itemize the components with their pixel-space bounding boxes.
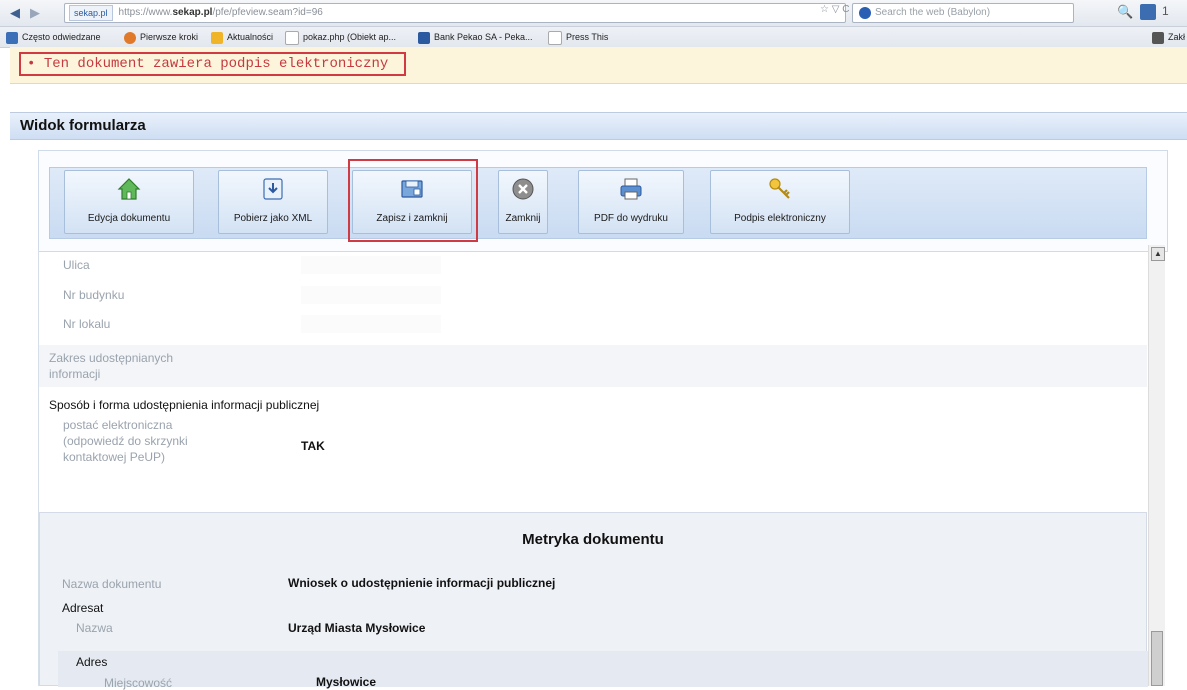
- key-icon: [769, 178, 790, 199]
- scope-label-line2: informacji: [49, 367, 101, 381]
- site-identity-chip[interactable]: sekap.pl: [69, 5, 113, 21]
- building-number-label: Nr budynku: [63, 288, 125, 302]
- button-label: Edycja dokumentu: [87, 213, 171, 224]
- download-xml-button[interactable]: Pobierz jako XML: [218, 170, 328, 234]
- form-content: Ulica Nr budynku Nr lokalu Zakres udostę…: [38, 250, 1148, 690]
- address-bar[interactable]: sekap.pl https://www.sekap.pl/pfe/pfeview…: [64, 3, 846, 23]
- scope-label-line1: Zakres udostępnianych: [49, 351, 174, 365]
- bookmark-item[interactable]: Bank Pekao SA - Peka...: [418, 30, 533, 44]
- extension-icon[interactable]: [1140, 4, 1156, 20]
- address-label: Adres: [76, 655, 108, 669]
- apartment-number-value: [301, 315, 441, 333]
- button-label: Pobierz jako XML: [233, 213, 313, 224]
- electronic-form-value: TAK: [301, 439, 325, 453]
- search-icon[interactable]: 🔍: [1117, 4, 1133, 20]
- search-input[interactable]: Search the web (Babylon): [852, 3, 1074, 23]
- document-metadata: Metryka dokumentu Nazwa dokumentu Wniose…: [39, 512, 1148, 690]
- street-value: [301, 256, 441, 274]
- url-actions[interactable]: ☆ ▽ C: [820, 4, 849, 15]
- rss-icon: [211, 31, 223, 44]
- toolbar-panel: Edycja dokumentu Pobierz jako XML Zapisz…: [38, 150, 1168, 252]
- page-icon: [285, 30, 299, 45]
- button-label: Podpis elektroniczny: [734, 213, 826, 224]
- vertical-scrollbar[interactable]: ▲: [1148, 245, 1165, 686]
- pdf-print-button[interactable]: PDF do wydruku: [578, 170, 684, 234]
- edit-document-button[interactable]: Edycja dokumentu: [64, 170, 194, 234]
- e-signature-button[interactable]: Podpis elektroniczny: [710, 170, 850, 234]
- close-button[interactable]: Zamknij: [498, 170, 548, 234]
- delivery-method-label: Sposób i forma udostępnienia informacji …: [49, 398, 320, 412]
- electronic-form-label-line3: kontaktowej PeUP): [63, 450, 166, 464]
- signature-banner: • Ten dokument zawiera podpis elektronic…: [10, 47, 1187, 84]
- button-label: PDF do wydruku: [594, 213, 668, 224]
- firefox-icon: [124, 31, 136, 44]
- page-icon: [548, 30, 562, 45]
- city-label: Miejscowość: [104, 676, 173, 690]
- extension-more[interactable]: 1: [1162, 4, 1169, 18]
- city-value: Mysłowice: [316, 675, 377, 689]
- bookmark-folder-icon: [6, 31, 18, 44]
- recipient-label: Adresat: [62, 601, 104, 615]
- apartment-number-label: Nr lokalu: [63, 317, 111, 331]
- bookmarks-bar: Często odwiedzane Pierwsze kroki Aktualn…: [0, 27, 1187, 48]
- bookmark-item[interactable]: Press This: [548, 30, 608, 45]
- close-icon: [512, 178, 534, 200]
- home-icon: [117, 178, 141, 200]
- street-label: Ulica: [63, 258, 90, 272]
- toolbar: Edycja dokumentu Pobierz jako XML Zapisz…: [49, 167, 1147, 239]
- forward-button[interactable]: ▶: [26, 4, 44, 22]
- browser-navbar: ◀ ▶ sekap.pl https://www.sekap.pl/pfe/pfe…: [0, 0, 1187, 27]
- document-name-value: Wniosek o udostępnienie informacji publi…: [288, 576, 556, 590]
- download-icon: [263, 178, 283, 200]
- bank-icon: [418, 31, 430, 44]
- metadata-title: Metryka dokumentu: [522, 531, 664, 548]
- url-text: https://www.sekap.pl/pfe/pfeview.seam?id…: [118, 7, 323, 18]
- printer-icon: [620, 178, 642, 200]
- search-engine-icon[interactable]: [859, 7, 871, 19]
- bookmark-item[interactable]: Często odwiedzane: [6, 30, 101, 44]
- bookmark-item[interactable]: Pierwsze kroki: [124, 30, 198, 44]
- electronic-form-label-line1: postać elektroniczna: [63, 418, 173, 432]
- address-section: [58, 651, 1148, 687]
- signature-message: • Ten dokument zawiera podpis elektronic…: [19, 52, 406, 76]
- button-label: Zamknij: [505, 213, 541, 224]
- form-header: Widok formularza: [10, 112, 1187, 140]
- bookmark-item[interactable]: pokaz.php (Obiekt ap...: [285, 30, 396, 45]
- recipient-name-value: Urząd Miasta Mysłowice: [288, 621, 426, 635]
- bookmark-item[interactable]: Aktualności: [211, 30, 273, 44]
- bookmarks-icon: [1152, 31, 1164, 44]
- save-close-highlight: [348, 159, 478, 242]
- document-name-label: Nazwa dokumentu: [62, 577, 162, 591]
- scroll-thumb[interactable]: [1151, 631, 1163, 686]
- back-button[interactable]: ◀: [6, 4, 24, 22]
- building-number-value: [301, 286, 441, 304]
- bookmarks-menu[interactable]: Zakł: [1152, 30, 1185, 44]
- electronic-form-label-line2: (odpowiedź do skrzynki: [63, 434, 188, 448]
- scope-row: [39, 345, 1147, 387]
- scroll-up-arrow-icon[interactable]: ▲: [1151, 247, 1165, 261]
- recipient-name-label: Nazwa: [76, 621, 113, 635]
- search-placeholder: Search the web (Babylon): [875, 7, 991, 18]
- page-title: Widok formularza: [20, 117, 146, 134]
